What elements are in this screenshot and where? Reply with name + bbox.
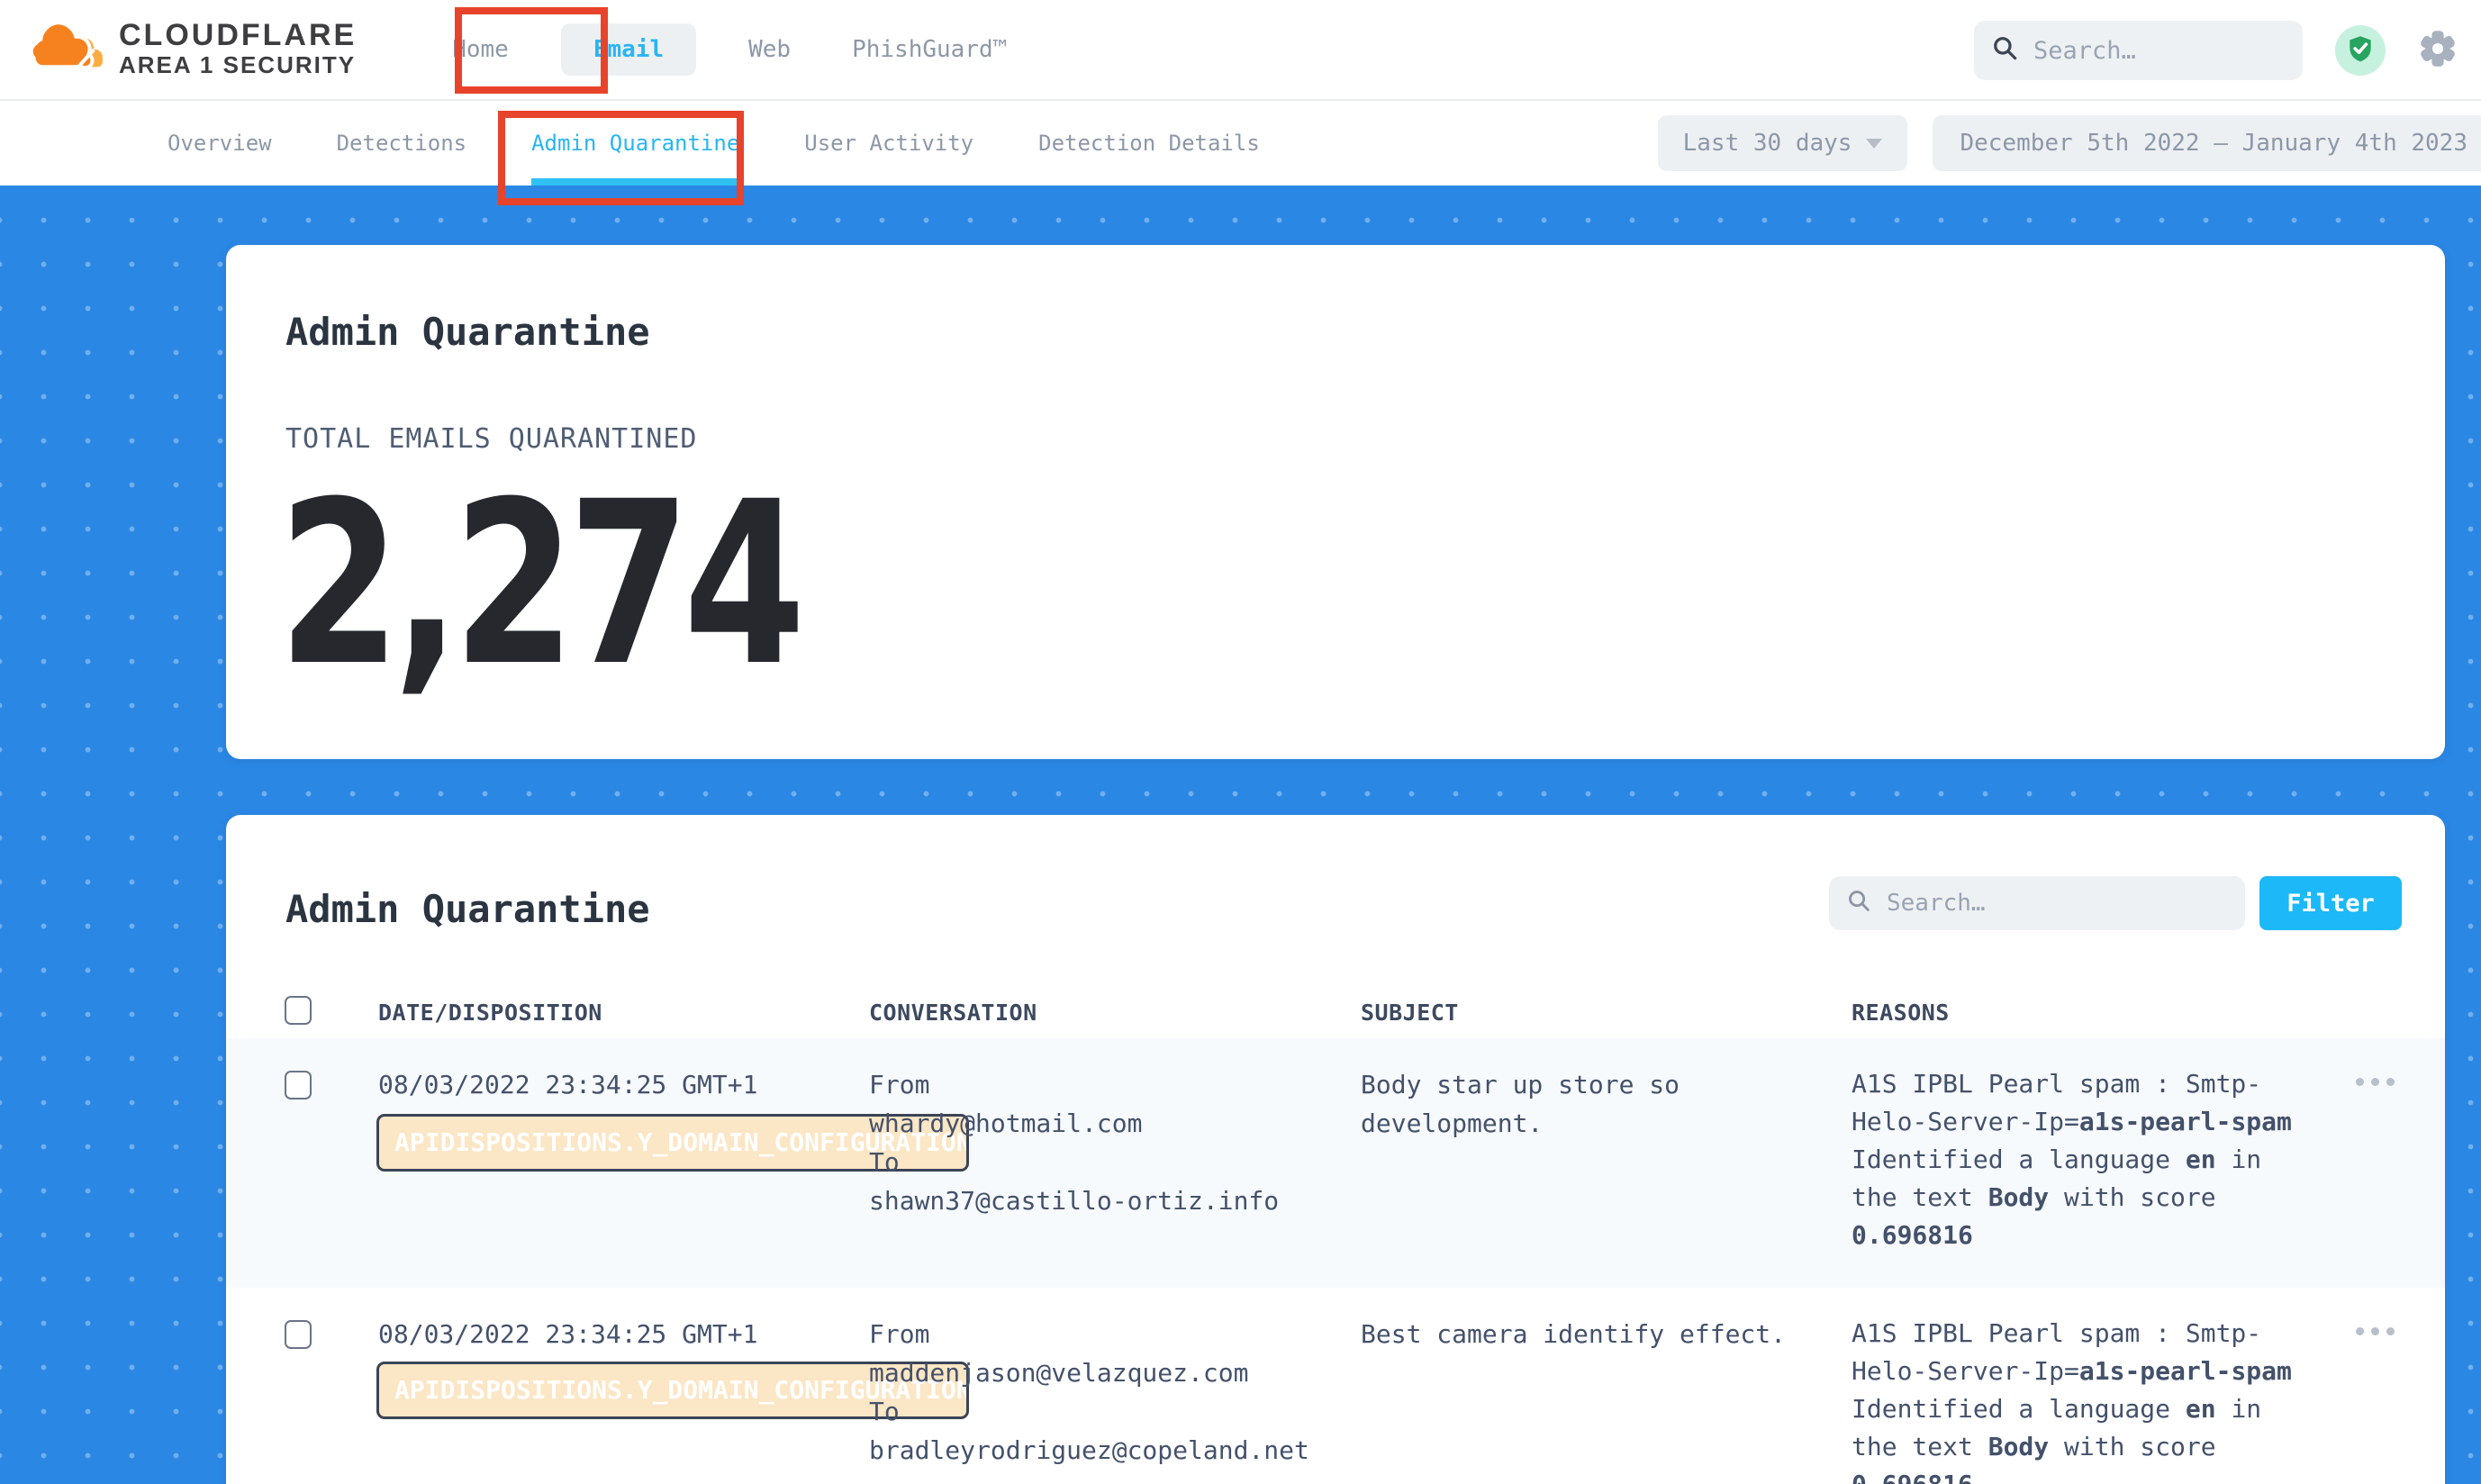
row-actions-menu-icon[interactable] [2356,1327,2395,1484]
filter-button[interactable]: Filter [2259,876,2402,930]
tab-admin-quarantine-label: Admin Quarantine [531,131,739,156]
from-address: whardy@hotmail.com [869,1104,1361,1143]
row-checkbox[interactable] [285,1320,312,1349]
conversation-cell: From whardy@hotmail.com To shawn37@casti… [869,1065,1361,1288]
from-label: From [869,1315,1361,1353]
reasons-cell: A1S IPBL Pearl spam : Smtp-Helo-Server-I… [1852,1065,2302,1288]
column-header-subject: SUBJECT [1361,1000,1852,1026]
table-search[interactable] [1829,876,2245,930]
summary-card: Admin Quarantine TOTAL EMAILS QUARANTINE… [226,245,2445,759]
active-tab-underline [531,178,739,186]
date-cell: 08/03/2022 23:34:25 GMT+1 [378,1065,869,1288]
column-header-conversation: CONVERSATION [869,1000,1361,1026]
brand-title: CLOUDFLARE [119,20,357,52]
brand-subtitle: AREA 1 SECURITY [119,51,357,79]
column-header-date: DATE/DISPOSITION [378,1000,869,1026]
tab-admin-quarantine[interactable]: Admin Quarantine [499,101,772,186]
time-range-dropdown[interactable]: Last 30 days [1658,115,1908,171]
tab-user-activity[interactable]: User Activity [772,101,1006,186]
nav-item-home[interactable]: Home [421,36,539,63]
search-icon [1847,889,1872,918]
search-icon [1992,35,2019,66]
conversation-cell: From maddenjason@velazquez.com To bradle… [869,1315,1361,1484]
global-search[interactable] [1974,21,2303,80]
to-label: To [869,1392,1361,1431]
summary-card-title: Admin Quarantine [285,310,650,354]
protection-status-badge[interactable] [2335,25,2386,76]
from-label: From [869,1065,1361,1104]
to-label: To [869,1143,1361,1181]
global-search-input[interactable] [2033,37,2285,65]
nav-item-web[interactable]: Web [718,36,821,63]
row-actions-menu-icon[interactable] [2356,1078,2395,1288]
quarantine-table-card: Admin Quarantine Filter DATE/DISPOSITION… [226,815,2445,1484]
nav-item-phishguard[interactable]: PhishGuard™ [821,36,1037,63]
date-range-text: December 5th 2022 — January 4th 2023 [1960,130,2467,157]
subject-cell: Best camera identify effect. [1361,1315,1852,1484]
subject-cell: Body star up store so development. [1361,1065,1852,1288]
time-range-label: Last 30 days [1683,130,1852,157]
email-section-nav: Overview Detections Admin Quarantine Use… [0,101,2481,186]
cloudflare-cloud-icon [32,14,106,86]
chevron-down-icon [1866,139,1882,149]
total-quarantined-label: TOTAL EMAILS QUARANTINED [285,423,697,455]
quarantine-card-title: Admin Quarantine [285,887,650,931]
row-checkbox[interactable] [285,1071,312,1099]
table-row[interactable]: APIDISPOSITIONS.Y_DOMAIN_CONFIGURATION 0… [226,1288,2445,1484]
reasons-cell: A1S IPBL Pearl spam : Smtp-Helo-Server-I… [1852,1315,2302,1484]
table-body: APIDISPOSITIONS.Y_DOMAIN_CONFIGURATION 0… [226,1038,2445,1484]
from-address: maddenjason@velazquez.com [869,1353,1361,1392]
top-bar: CLOUDFLARE AREA 1 SECURITY Home Email We… [0,0,2481,101]
date-range-display[interactable]: December 5th 2022 — January 4th 2023 [1933,115,2481,171]
to-address: shawn37@castillo-ortiz.info [869,1181,1361,1220]
nav-item-email[interactable]: Email [561,23,696,76]
tab-detection-details[interactable]: Detection Details [1006,101,1292,186]
tab-detections[interactable]: Detections [304,101,500,186]
settings-gear-icon[interactable] [2418,29,2458,72]
tab-overview[interactable]: Overview [135,101,304,186]
to-address: bradleyrodriguez@copeland.net [869,1431,1361,1470]
select-all-checkbox[interactable] [285,996,312,1025]
page-background: Admin Quarantine TOTAL EMAILS QUARANTINE… [0,186,2481,1484]
column-header-reasons: REASONS [1852,1000,2302,1026]
total-quarantined-value: 2,274 [278,472,799,697]
cloudflare-logo: CLOUDFLARE AREA 1 SECURITY [32,14,357,86]
table-row[interactable]: APIDISPOSITIONS.Y_DOMAIN_CONFIGURATION 0… [226,1038,2445,1288]
shield-check-icon [2345,33,2376,68]
table-search-input[interactable] [1887,890,2227,917]
primary-nav: Home Email Web PhishGuard™ [421,23,1037,76]
nav-item-email-label: Email [593,36,664,63]
